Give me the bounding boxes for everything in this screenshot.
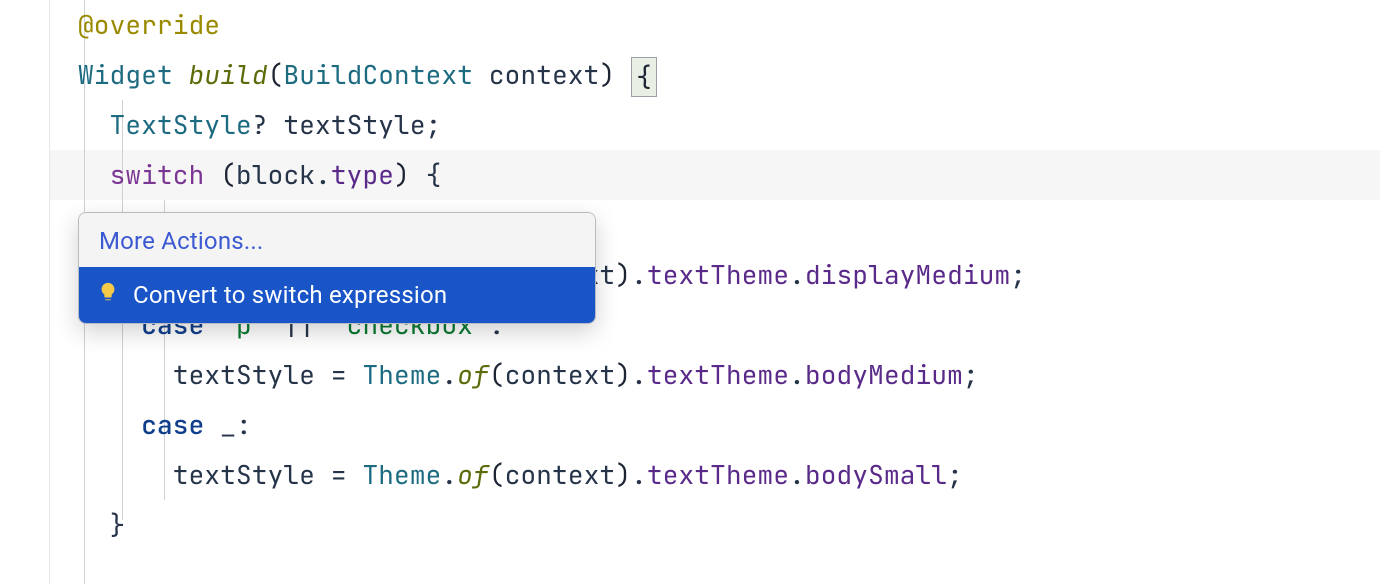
property: textTheme	[647, 257, 789, 292]
colon: :	[236, 407, 252, 442]
dot: .	[789, 457, 805, 492]
keyword-switch: switch	[110, 157, 205, 192]
dot: .	[315, 157, 331, 192]
code-line[interactable]: TextStyle? textStyle;	[78, 100, 1380, 150]
code-line[interactable]: switch (block.type) {	[78, 150, 1380, 200]
annotation: @override	[78, 7, 220, 42]
dot: .	[789, 357, 805, 392]
equals: =	[331, 357, 347, 392]
type-name: BuildContext	[283, 57, 473, 92]
open-brace-highlight: {	[631, 57, 657, 97]
paren: (	[489, 457, 505, 492]
method-name: of	[457, 457, 489, 492]
dot: .	[789, 257, 805, 292]
popup-more-actions[interactable]: More Actions...	[79, 213, 595, 267]
semicolon: ;	[1010, 257, 1026, 292]
identifier: textStyle	[173, 357, 315, 392]
question-mark: ?	[252, 107, 268, 142]
method-name: of	[457, 357, 489, 392]
dot: .	[441, 457, 457, 492]
lightbulb-icon	[97, 281, 119, 309]
semicolon: ;	[426, 107, 442, 142]
paren: )	[599, 57, 615, 92]
property: bodySmall	[805, 457, 947, 492]
identifier: textStyle	[283, 107, 425, 142]
method-name: build	[189, 57, 268, 92]
equals: =	[331, 457, 347, 492]
code-line[interactable]: textStyle = Theme.of(context).textTheme.…	[78, 450, 1380, 500]
code-editor[interactable]: @override Widget build(BuildContext cont…	[0, 0, 1380, 584]
type-name: Theme	[362, 357, 441, 392]
paren: )	[615, 457, 631, 492]
identifier: textStyle	[173, 457, 315, 492]
dot: .	[631, 257, 647, 292]
editor-gutter	[0, 0, 50, 584]
brace: {	[426, 157, 442, 192]
code-line[interactable]: }	[78, 500, 1380, 550]
semicolon: ;	[963, 357, 979, 392]
paren: (	[220, 157, 236, 192]
property: type	[331, 157, 394, 192]
paren: )	[394, 157, 410, 192]
property: textTheme	[647, 457, 789, 492]
identifier: block	[236, 157, 315, 192]
code-line[interactable]: case _:	[78, 400, 1380, 450]
type-name: TextStyle	[110, 107, 252, 142]
dot: .	[631, 357, 647, 392]
code-line[interactable]: @override	[78, 0, 1380, 50]
paren: )	[615, 357, 631, 392]
code-line[interactable]: Widget build(BuildContext context) {	[78, 50, 1380, 100]
popup-item-convert-switch-expression[interactable]: Convert to switch expression	[79, 267, 595, 323]
paren: (	[489, 357, 505, 392]
identifier: context	[505, 457, 616, 492]
paren: (	[268, 57, 284, 92]
paren: )	[615, 257, 631, 292]
identifier: context	[505, 357, 616, 392]
intention-actions-popup[interactable]: More Actions... Convert to switch expres…	[78, 212, 596, 324]
code-line[interactable]: textStyle = Theme.of(context).textTheme.…	[78, 350, 1380, 400]
type-name: Widget	[78, 57, 173, 92]
property: bodyMedium	[805, 357, 963, 392]
dot: .	[441, 357, 457, 392]
identifier: context	[489, 57, 600, 92]
close-brace: }	[110, 507, 126, 542]
dot: .	[631, 457, 647, 492]
type-name: Theme	[362, 457, 441, 492]
popup-item-label: Convert to switch expression	[133, 281, 447, 309]
property: textTheme	[647, 357, 789, 392]
keyword-case: case	[141, 407, 204, 442]
semicolon: ;	[947, 457, 963, 492]
underscore: _	[220, 407, 236, 442]
property: displayMedium	[805, 257, 1010, 292]
